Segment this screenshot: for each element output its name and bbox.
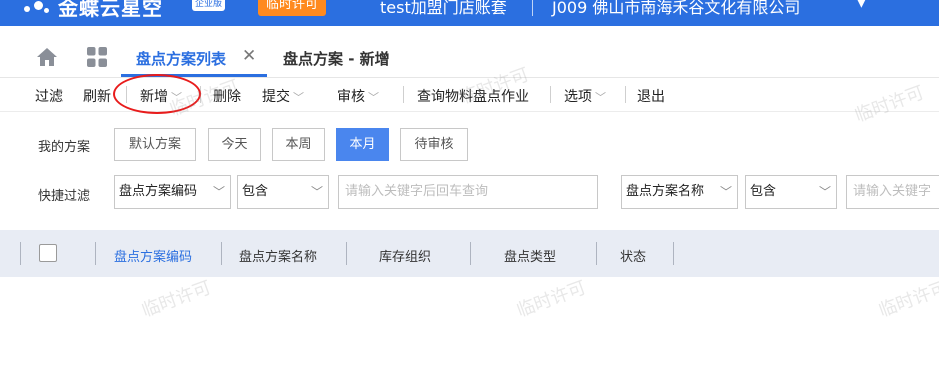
account-selector[interactable]: test加盟门店账套 [380,0,507,18]
toolbar-divider [625,86,626,103]
filter-operator-value: 包含 [242,184,269,199]
chevron-down-icon: ﹀ [818,185,831,199]
audit-button-label: 审核 [337,89,365,105]
audit-button[interactable]: 审核 ﹀ [337,86,379,106]
filter-operator-select-2[interactable]: 包含 ﹀ [745,175,837,209]
options-button-label: 选项 [564,89,592,105]
scheme-default[interactable]: 默认方案 [114,128,196,161]
column-divider[interactable] [673,242,674,265]
license-badge[interactable]: 临时许可 [258,0,327,16]
chevron-down-icon[interactable]: ﹀ [293,91,304,104]
chevron-down-icon: ﹀ [212,185,225,199]
column-header-scheme-name[interactable]: 盘点方案名称 [239,246,317,265]
submit-button[interactable]: 提交 ﹀ [262,86,304,106]
scheme-this-week[interactable]: 本周 [272,128,325,161]
annotation-circle [113,74,201,114]
scheme-today[interactable]: 今天 [208,128,261,161]
close-icon[interactable]: ✕ [242,46,256,66]
scheme-pending-audit[interactable]: 待审核 [400,128,468,161]
keyword-search-input-2[interactable]: 请输入关键字 [846,175,939,209]
grid-header: 盘点方案编码 盘点方案名称 库存组织 盘点类型 状态 [0,230,939,277]
my-scheme-label: 我的方案 [38,140,91,155]
chevron-down-icon: ﹀ [310,185,323,199]
chevron-down-icon: ﹀ [719,185,732,199]
delete-button[interactable]: 删除 [213,86,241,106]
column-divider[interactable] [221,242,222,265]
column-divider[interactable] [95,242,96,265]
license-watermark: 临时许可 [876,277,939,322]
chevron-down-icon[interactable]: ﹀ [368,91,379,104]
column-header-status[interactable]: 状态 [620,246,646,265]
chevron-down-icon[interactable]: ▼ [856,0,867,10]
refresh-button[interactable]: 刷新 [83,86,111,106]
chevron-down-icon[interactable]: ﹀ [595,91,606,104]
keyword-search-input[interactable]: 请输入关键字后回车查询 [338,175,598,209]
filter-field-value-2: 盘点方案名称 [626,184,705,199]
select-all-checkbox[interactable] [39,244,57,262]
tab-stocktake-scheme-new[interactable]: 盘点方案 - 新增 [283,48,390,69]
options-button[interactable]: 选项 ﹀ [564,86,606,106]
filter-field-value: 盘点方案编码 [119,184,198,199]
filter-field-select[interactable]: 盘点方案编码 ﹀ [114,175,231,209]
query-stocktake-job-button[interactable]: 查询物料盘点作业 [417,86,529,106]
column-divider[interactable] [346,242,347,265]
brand-name: 金蝶云星空 [58,0,163,20]
license-watermark: 临时许可 [139,277,214,322]
toolbar-divider [403,86,404,103]
column-divider[interactable] [470,242,471,265]
tab-stocktake-scheme-list[interactable]: 盘点方案列表 [136,48,226,69]
toolbar-divider [550,86,551,103]
organization-selector[interactable]: J009 佛山市南海禾谷文化有限公司 [552,0,800,18]
license-watermark: 临时许可 [514,277,589,322]
top-header: 金蝶云星空 企业版 临时许可 test加盟门店账套 J009 佛山市南海禾谷文化… [0,0,939,26]
scheme-this-month[interactable]: 本月 [336,128,389,161]
tab-bar: 盘点方案列表 ✕ 盘点方案 - 新增 [0,26,939,78]
filter-button[interactable]: 过滤 [35,86,63,106]
column-divider[interactable] [596,242,597,265]
quick-filter-label: 快捷过滤 [38,189,91,204]
header-divider [532,0,533,16]
column-header-inventory-org[interactable]: 库存组织 [379,246,431,265]
apps-grid-icon[interactable] [87,47,107,71]
column-header-scheme-code[interactable]: 盘点方案编码 [114,246,192,265]
exit-button[interactable]: 退出 [637,86,665,106]
column-divider [20,242,21,265]
brand-logo-icon [22,0,52,20]
column-header-stocktake-type[interactable]: 盘点类型 [504,246,556,265]
filter-field-select-2[interactable]: 盘点方案名称 ﹀ [621,175,738,209]
submit-button-label: 提交 [262,89,290,105]
filter-operator-value-2: 包含 [750,184,777,199]
filter-operator-select[interactable]: 包含 ﹀ [237,175,329,209]
home-icon[interactable] [36,47,58,71]
edition-badge: 企业版 [192,0,226,11]
